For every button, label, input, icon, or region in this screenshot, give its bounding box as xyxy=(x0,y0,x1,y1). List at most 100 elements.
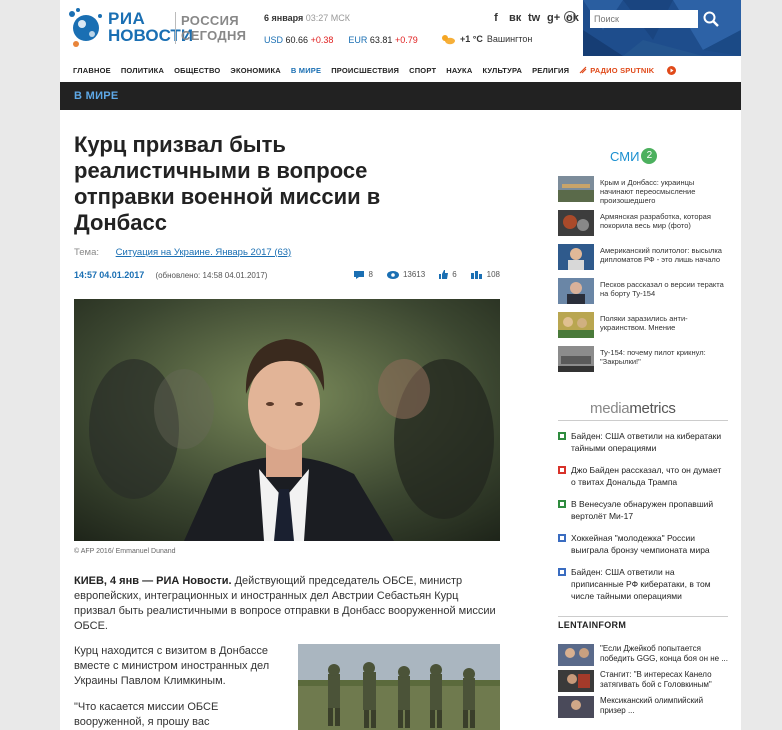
smi-list: Крым и Донбасс: украинцы начинают переос… xyxy=(558,176,728,380)
list-item[interactable]: Мексиканский олимпийский призер ... xyxy=(558,696,728,722)
close-icon[interactable]: × xyxy=(564,11,576,23)
lenta-item-text: Стангит: "В интересах Канело затягивать … xyxy=(600,670,712,689)
date-text: 6 января xyxy=(264,13,304,23)
usd-change: +0.38 xyxy=(310,35,334,45)
mediametrics-logo-part1: media xyxy=(590,400,630,417)
article-updated: (обновлено: 14:58 04.01.2017) xyxy=(155,271,268,280)
list-item[interactable]: Стангит: "В интересах Канело затягивать … xyxy=(558,670,728,696)
header-pattern-icon xyxy=(583,0,741,56)
logo-russia-text[interactable]: РОССИЯ xyxy=(181,13,239,28)
divider xyxy=(558,616,728,617)
views-stat: 13613 xyxy=(386,270,425,279)
google-plus-icon[interactable]: g+ xyxy=(547,12,560,24)
nav-item-economy[interactable]: ЭКОНОМИКА xyxy=(230,66,280,75)
twitter-icon[interactable]: tw xyxy=(528,12,540,24)
logo-today-text[interactable]: СЕГОДНЯ xyxy=(181,28,246,43)
news-source-icon xyxy=(558,466,566,474)
news-thumbnail xyxy=(558,696,594,718)
news-thumbnail xyxy=(558,346,594,372)
nav-item-religion[interactable]: РЕЛИГИЯ xyxy=(532,66,569,75)
logo-separator xyxy=(175,12,176,44)
nav-item-culture[interactable]: КУЛЬТУРА xyxy=(482,66,522,75)
news-source-icon xyxy=(558,534,566,542)
play-icon xyxy=(667,65,677,75)
news-thumbnail xyxy=(558,278,594,304)
vk-icon[interactable]: вк xyxy=(509,12,521,24)
comments-stat[interactable]: 8 xyxy=(354,270,373,279)
list-item[interactable]: Песков рассказал о версии теракта на бор… xyxy=(558,278,728,312)
list-item[interactable]: Поляки заразились анти-украинством. Мнен… xyxy=(558,312,728,346)
nav-item-sport[interactable]: СПОРТ xyxy=(409,66,436,75)
list-item[interactable]: В Венесуэле обнаружен пропавший вертолёт… xyxy=(558,498,728,522)
list-item[interactable]: Американский политолог: высылка дипломат… xyxy=(558,244,728,278)
news-source-icon xyxy=(558,568,566,576)
article-paragraph-2: Курц находится с визитом в Донбассе вмес… xyxy=(74,645,270,687)
lentainform-title[interactable]: LENTAINFORM xyxy=(558,620,626,630)
news-thumbnail xyxy=(558,176,594,202)
smi-item-text: Ту-154: почему пилот крикнул: "Закрылки!… xyxy=(600,348,706,366)
mm-item-text: Джо Байден рассказал, что он думает о тв… xyxy=(571,465,722,487)
article-main-photo[interactable] xyxy=(74,299,500,541)
list-item[interactable]: Армянская разработка, которая покорила в… xyxy=(558,210,728,244)
list-item[interactable]: Джо Байден рассказал, что он думает о тв… xyxy=(558,464,728,488)
smi-item-text: Крым и Донбасс: украинцы начинают переос… xyxy=(600,178,696,205)
comments-count: 8 xyxy=(368,270,373,279)
weather-city: Вашингтон xyxy=(486,34,533,44)
currency-rates: USD 60.66 +0.38 EUR 63.81 +0.79 xyxy=(264,35,418,45)
shares-stat[interactable]: 108 xyxy=(470,270,500,279)
section-title[interactable]: В МИРЕ xyxy=(74,90,119,102)
nav-item-society[interactable]: ОБЩЕСТВО xyxy=(174,66,220,75)
usd-label[interactable]: USD xyxy=(264,35,283,45)
smi-widget-title[interactable]: СМИ 2 xyxy=(610,148,658,164)
header-date: 6 января 03:27 МСК xyxy=(264,13,350,23)
nav-item-incidents[interactable]: ПРОИСШЕСТВИЯ xyxy=(331,66,399,75)
nav-item-main[interactable]: ГЛАВНОЕ xyxy=(73,66,111,75)
list-item[interactable]: Крым и Донбасс: украинцы начинают переос… xyxy=(558,176,728,210)
logo-ria-text[interactable]: РИА xyxy=(108,10,145,27)
sputnik-icon xyxy=(579,66,587,74)
list-item[interactable]: "Если Джейкоб попытается победить GGG, к… xyxy=(558,644,728,670)
sputnik-label: РАДИО SPUTNIK xyxy=(590,65,655,75)
smi-item-text: Песков рассказал о версии теракта на бор… xyxy=(600,280,724,298)
article-topic: Тема: Ситуация на Украине. Январь 2017 (… xyxy=(74,247,291,258)
section-bar: В МИРЕ xyxy=(60,82,741,110)
divider xyxy=(558,420,728,421)
list-item[interactable]: Хоккейная "молодежка" России выиграла бр… xyxy=(558,532,728,556)
main-nav: ГЛАВНОЕ ПОЛИТИКА ОБЩЕСТВО ЭКОНОМИКА В МИ… xyxy=(60,58,741,82)
smi-label: СМИ xyxy=(610,148,640,164)
mediametrics-logo[interactable]: mediametrics xyxy=(590,400,676,417)
article-meta: 14:57 04.01.2017 (обновлено: 14:58 04.01… xyxy=(74,270,500,280)
search-input[interactable] xyxy=(590,10,698,28)
list-item[interactable]: Байден: США ответили на кибератаки тайны… xyxy=(558,430,728,454)
article-inline-photo[interactable] xyxy=(298,644,500,730)
photo-kurz-illustration xyxy=(74,299,500,541)
nav-item-politics[interactable]: ПОЛИТИКА xyxy=(121,66,164,75)
eur-label[interactable]: EUR xyxy=(348,35,367,45)
nav-item-science[interactable]: НАУКА xyxy=(446,66,472,75)
usd-value: 60.66 xyxy=(285,35,309,45)
smi-item-text: Американский политолог: высылка дипломат… xyxy=(600,246,722,264)
smi-item-text: Поляки заразились анти-украинством. Мнен… xyxy=(600,314,688,332)
nav-item-world[interactable]: В МИРЕ xyxy=(291,66,321,75)
mm-item-text: В Венесуэле обнаружен пропавший вертолёт… xyxy=(571,499,714,521)
likes-stat[interactable]: 6 xyxy=(439,270,457,279)
news-thumbnail xyxy=(558,244,594,270)
lead-dateline: КИЕВ, 4 янв — РИА Новости. xyxy=(74,575,232,587)
article-lead: КИЕВ, 4 янв — РИА Новости. Действующий п… xyxy=(74,574,500,634)
comment-icon xyxy=(354,270,365,279)
facebook-icon[interactable]: f xyxy=(490,12,502,24)
eur-change: +0.79 xyxy=(394,35,418,45)
mm-item-text: Байден: США ответили на приписанные РФ к… xyxy=(571,567,711,601)
header-search-area xyxy=(583,0,741,56)
nav-item-radio-sputnik[interactable]: РАДИО SPUTNIK xyxy=(579,65,677,75)
list-item[interactable]: Байден: США ответили на приписанные РФ к… xyxy=(558,566,728,602)
topic-link[interactable]: Ситуация на Украине. Январь 2017 (63) xyxy=(116,247,292,258)
news-thumbnail xyxy=(558,670,594,692)
weather-widget[interactable]: +1 °C Вашингтон xyxy=(440,33,532,45)
search-icon[interactable] xyxy=(702,10,720,28)
photo-caption: © AFP 2016/ Emmanuel Dunand xyxy=(74,548,176,555)
weather-temp: +1 °C xyxy=(460,34,483,44)
news-source-icon xyxy=(558,500,566,508)
list-item[interactable]: Ту-154: почему пилот крикнул: "Закрылки!… xyxy=(558,346,728,380)
ria-globe-logo-icon[interactable] xyxy=(64,4,108,48)
